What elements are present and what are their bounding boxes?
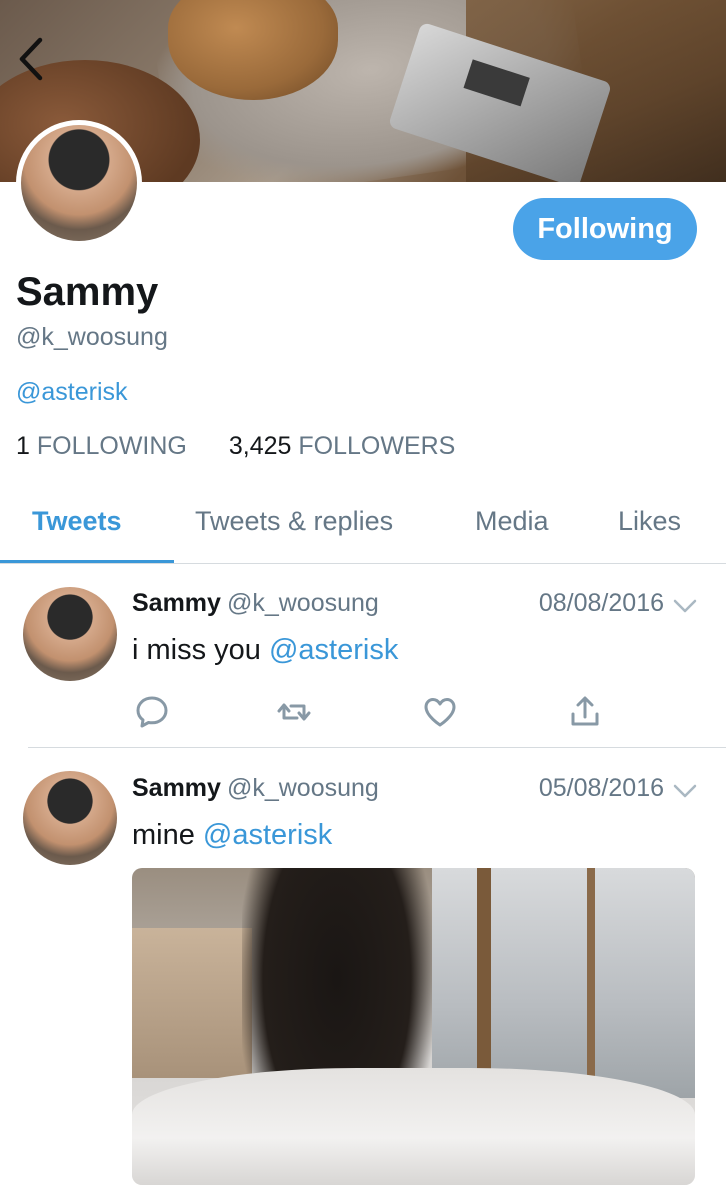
followers-count: 3,425 — [228, 432, 292, 460]
pedal-screen — [463, 59, 530, 107]
tweet-text: i miss you @asterisk — [132, 634, 398, 667]
tweet-avatar[interactable] — [23, 771, 117, 865]
tab-tweets-and-replies[interactable]: Tweets & replies — [195, 506, 393, 537]
photo-window — [432, 868, 695, 1098]
tweet-divider — [28, 747, 726, 748]
tab-media[interactable]: Media — [475, 506, 549, 537]
photo-window-frame — [587, 868, 595, 1098]
tab-tweets[interactable]: Tweets — [32, 506, 122, 537]
tweet-text: mine @asterisk — [132, 819, 332, 852]
tweet-author-handle: @k_woosung — [226, 774, 379, 802]
like-heart-icon[interactable] — [420, 692, 460, 732]
chevron-down-icon[interactable] — [672, 781, 698, 801]
profile-tabs: Tweets Tweets & replies Media Likes — [0, 488, 726, 564]
chevron-down-icon[interactable] — [672, 596, 698, 616]
retweet-icon[interactable] — [274, 692, 314, 732]
tweet-photo[interactable] — [132, 868, 695, 1185]
tweet-author-name[interactable]: Sammy — [132, 589, 221, 617]
following-button[interactable]: Following — [513, 198, 697, 260]
following-label: FOLLOWING — [36, 432, 187, 460]
reply-icon[interactable] — [132, 692, 172, 732]
tweet-avatar[interactable] — [23, 587, 117, 681]
tweet-author-handle: @k_woosung — [226, 589, 379, 617]
active-tab-indicator — [0, 560, 174, 563]
share-icon[interactable] — [565, 692, 605, 732]
tweet-body: mine — [132, 819, 203, 851]
following-count: 1 — [16, 432, 30, 460]
tweet-actions — [132, 692, 612, 732]
tweet-date: 05/08/2016 — [538, 774, 664, 802]
profile-stats: 1 FOLLOWING 3,425 FOLLOWERS — [16, 432, 455, 461]
tweet-author-name[interactable]: Sammy — [132, 774, 221, 802]
tweet-header: Sammy @k_woosung — [132, 589, 379, 618]
profile-avatar-image — [21, 125, 137, 241]
photo-lamp — [132, 928, 252, 1078]
back-chevron-icon — [19, 37, 43, 81]
tweet-mention-link[interactable]: @asterisk — [203, 819, 332, 851]
followers-stat[interactable]: 3,425 FOLLOWERS — [229, 432, 456, 461]
profile-name: Sammy — [16, 270, 159, 314]
profile-handle: @k_woosung — [16, 323, 168, 351]
bio-mention-link[interactable]: @asterisk — [16, 378, 128, 407]
tweet-body: i miss you — [132, 634, 269, 666]
profile-avatar[interactable] — [16, 120, 142, 246]
tweet-header: Sammy @k_woosung — [132, 774, 379, 803]
tab-likes[interactable]: Likes — [618, 506, 681, 537]
tweet-mention-link[interactable]: @asterisk — [269, 634, 398, 666]
back-button[interactable] — [14, 36, 50, 82]
photo-window-frame — [477, 868, 491, 1098]
tweet-date: 08/08/2016 — [538, 589, 664, 617]
following-stat[interactable]: 1 FOLLOWING — [16, 432, 187, 461]
followers-label: FOLLOWERS — [298, 432, 456, 460]
photo-bedsheets — [132, 1068, 695, 1185]
